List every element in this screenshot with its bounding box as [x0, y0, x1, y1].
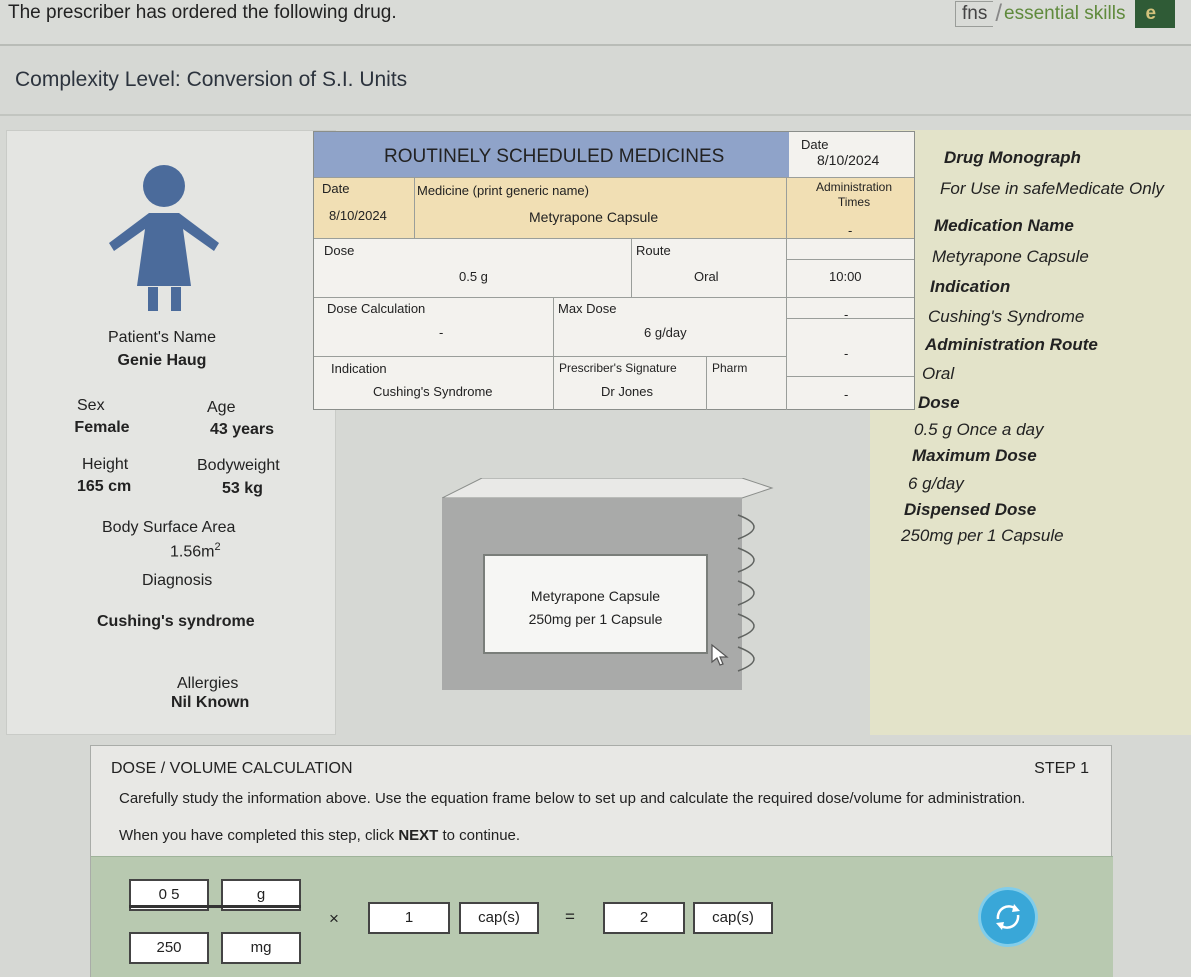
- diagnosis-value: Cushing's syndrome: [97, 613, 255, 630]
- multiplier-value-input[interactable]: 1: [368, 902, 450, 934]
- top-bar: The prescriber has ordered the following…: [0, 0, 1191, 46]
- monograph-subtitle: For Use in safeMedicate Only: [940, 179, 1164, 198]
- logo-fns: fns: [955, 1, 994, 27]
- equals-operator: =: [565, 907, 575, 926]
- pack-drug-name: Metyrapone Capsule: [530, 588, 661, 604]
- refresh-button[interactable]: [981, 890, 1035, 944]
- route-field-value: Oral: [694, 269, 719, 284]
- admin-time-2: 10:00: [829, 269, 862, 284]
- refresh-icon: [996, 904, 1020, 930]
- mouse-pointer-icon: [711, 643, 729, 666]
- patient-name-label: Patient's Name: [108, 329, 216, 346]
- medication-chart: ROUTINELY SCHEDULED MEDICINES Date 8/10/…: [313, 131, 915, 410]
- diagnosis-label: Diagnosis: [142, 572, 213, 589]
- dose-calc-value: -: [439, 325, 444, 340]
- prompt-text: The prescriber has ordered the following…: [8, 2, 397, 23]
- times-operator: ×: [329, 909, 339, 928]
- sex-value: Female: [74, 419, 130, 436]
- monograph-title: Drug Monograph: [944, 148, 1081, 167]
- admin-time-1: -: [848, 223, 853, 238]
- bsa-value: 1.56m2: [170, 541, 221, 561]
- calc-heading: DOSE / VOLUME CALCULATION: [111, 760, 353, 777]
- indication-label: Indication: [930, 277, 1011, 296]
- dose-calculation-panel: DOSE / VOLUME CALCULATION STEP 1 Careful…: [90, 745, 1113, 977]
- dispensed-dose-label: Dispensed Dose: [904, 500, 1037, 519]
- allergies-value: Nil Known: [171, 694, 250, 711]
- dose-label: Dose: [918, 393, 960, 412]
- medication-name-label: Medication Name: [934, 216, 1074, 235]
- denominator-unit-input[interactable]: mg: [221, 932, 301, 964]
- age-value: 43 years: [209, 421, 275, 438]
- logo-edge-tab: e: [1135, 0, 1176, 28]
- fns-logo: fns / essential skills e: [955, 0, 1176, 28]
- equation-frame: 0 5 g 250 mg × 1 cap(s) = 2 cap(s): [91, 856, 1113, 977]
- fraction-bar: [129, 905, 301, 908]
- allergies-label: Allergies: [177, 675, 239, 692]
- drug-monograph: Drug Monograph For Use in safeMedicate O…: [870, 130, 1191, 735]
- step-indicator: STEP 1: [1034, 760, 1089, 777]
- admin-time-5: -: [844, 387, 849, 402]
- signature-label: Prescriber's Signature: [559, 361, 677, 375]
- person-figure-icon: [109, 165, 219, 311]
- medicine-value: Metyrapone Capsule: [529, 209, 659, 225]
- indication-field-label: Indication: [331, 361, 387, 376]
- pack-strength: 250mg per 1 Capsule: [528, 611, 663, 627]
- bodyweight-label: Bodyweight: [197, 457, 280, 474]
- calc-instruction-next: When you have completed this step, click…: [119, 827, 521, 844]
- admin-route-value: Oral: [922, 364, 955, 383]
- bsa-label: Body Surface Area: [102, 519, 236, 536]
- bodyweight-value: 53 kg: [222, 480, 263, 497]
- admin-time-3: -: [844, 307, 849, 322]
- dose-field-value: 0.5 g: [459, 269, 488, 284]
- age-label: Age: [207, 399, 236, 416]
- row-date-value: 8/10/2024: [329, 208, 387, 223]
- indication-field-value: Cushing's Syndrome: [373, 384, 493, 399]
- admin-times-label: Administration Times: [815, 180, 893, 209]
- max-dose-field-label: Max Dose: [558, 301, 617, 316]
- medicine-label: Medicine (print generic name): [417, 183, 589, 198]
- pharm-label: Pharm: [712, 361, 748, 375]
- dispensed-dose-value: 250mg per 1 Capsule: [901, 526, 1064, 545]
- admin-route-label: Administration Route: [925, 335, 1098, 354]
- pack-label: Metyrapone Capsule 250mg per 1 Capsule: [483, 554, 708, 654]
- route-field-label: Route: [636, 243, 671, 258]
- result-unit-input[interactable]: cap(s): [693, 902, 773, 934]
- patient-panel: Patient's Name Genie Haug Sex Age Female…: [6, 130, 336, 735]
- complexity-level: Complexity Level: Conversion of S.I. Uni…: [15, 68, 408, 91]
- max-dose-value: 6 g/day: [908, 474, 964, 493]
- sex-label: Sex: [77, 397, 105, 414]
- indication-value: Cushing's Syndrome: [928, 307, 1085, 326]
- chart-title: ROUTINELY SCHEDULED MEDICINES: [384, 146, 725, 167]
- max-dose-field-value: 6 g/day: [644, 325, 687, 340]
- admin-time-4: -: [844, 346, 849, 361]
- dose-field-label: Dose: [324, 243, 355, 258]
- chart-date-value: 8/10/2024: [817, 152, 880, 168]
- dose-calc-label: Dose Calculation: [327, 301, 426, 316]
- chart-date-label: Date: [801, 137, 829, 152]
- denominator-value-input[interactable]: 250: [129, 932, 209, 964]
- calc-instruction: Carefully study the information above. U…: [119, 790, 1026, 807]
- height-label: Height: [82, 456, 129, 473]
- result-value-input[interactable]: 2: [603, 902, 685, 934]
- height-value: 165 cm: [77, 478, 132, 495]
- logo-essential-skills: essential skills: [1004, 3, 1126, 24]
- row-date-label: Date: [322, 181, 350, 196]
- patient-name: Genie Haug: [117, 352, 207, 369]
- signature-value: Dr Jones: [601, 384, 654, 399]
- medication-name: Metyrapone Capsule: [932, 247, 1089, 266]
- divider: [0, 114, 1191, 116]
- multiplier-unit-input[interactable]: cap(s): [459, 902, 539, 934]
- max-dose-label: Maximum Dose: [912, 446, 1037, 465]
- dose-value: 0.5 g Once a day: [914, 420, 1044, 439]
